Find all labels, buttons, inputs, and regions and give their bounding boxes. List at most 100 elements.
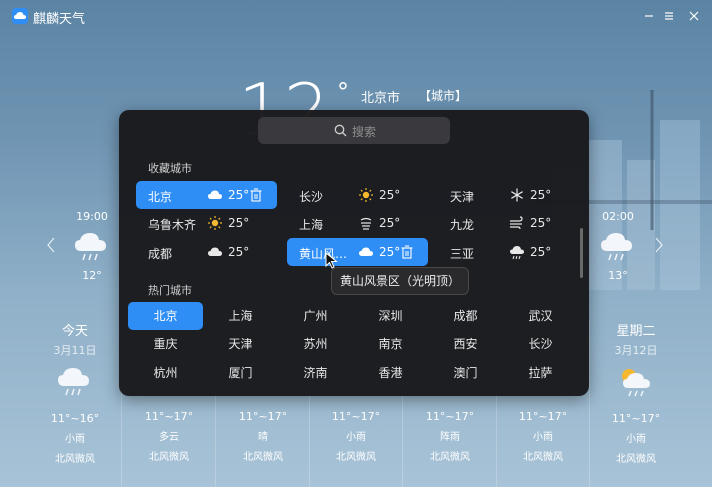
city-picker-panel: 搜索 收藏城市 北京 25° 长沙 25° 天津 25° 乌鲁木齐 25° 上海 [119, 110, 589, 396]
delete-icon[interactable] [249, 187, 263, 203]
city-temp: 25° [379, 245, 401, 259]
hourly-item-right: 02:00 13° [598, 210, 638, 282]
city-name: 九龙 [450, 218, 475, 232]
favorite-city-item[interactable]: 三亚 25° [438, 238, 579, 266]
hot-city-item[interactable]: 天津 [203, 330, 278, 358]
title-bar: 麒麟天气 [0, 0, 712, 32]
favorite-city-item[interactable]: 黄山风… 25° [287, 238, 428, 266]
rain-icon [28, 364, 122, 408]
hot-city-item[interactable]: 广州 [278, 302, 353, 330]
hot-city-item[interactable]: 拉萨 [503, 359, 578, 387]
day-condition: 小雨 [626, 434, 646, 445]
city-name: 北京 [148, 190, 173, 204]
snow-icon [511, 188, 523, 202]
hot-city-item[interactable]: 成都 [428, 302, 503, 330]
city-name: 乌鲁木齐 [148, 218, 197, 232]
city-temp: 25° [379, 188, 401, 202]
delete-icon[interactable] [400, 244, 414, 260]
next-hours-arrow[interactable] [654, 236, 664, 254]
day-wind: 北风微风 [430, 452, 470, 463]
day-temp-range: 11°~17° [331, 410, 381, 423]
hot-city-item[interactable]: 重庆 [128, 330, 203, 358]
rain-icon [510, 246, 524, 260]
favorite-city-item[interactable]: 长沙 25° [287, 181, 428, 209]
search-input[interactable]: 搜索 [258, 117, 450, 144]
city-temp: 25° [530, 216, 552, 230]
cloud-icon [208, 247, 222, 256]
city-temp: 25° [530, 245, 552, 259]
hot-cities-title: 热门城市 [148, 284, 192, 297]
day-wind: 北风微风 [336, 452, 376, 463]
hot-city-item[interactable]: 苏州 [278, 330, 353, 358]
city-name: 成都 [148, 247, 173, 261]
search-placeholder: 搜索 [352, 125, 377, 139]
city-temp: 25° [530, 188, 552, 202]
city-temp: 25° [228, 245, 250, 259]
day-wind: 北风微风 [243, 452, 283, 463]
day-condition: 小雨 [65, 434, 85, 445]
close-button[interactable] [684, 6, 704, 26]
app-title: 麒麟天气 [33, 12, 86, 27]
city-name: 三亚 [450, 247, 475, 261]
day-temp-range: 11°~17° [144, 410, 194, 423]
hourly-item-left: 19:00 12° [72, 210, 112, 282]
hot-city-item[interactable]: 长沙 [503, 330, 578, 358]
day-date: 3月12日 [614, 344, 658, 357]
haze-icon [360, 217, 372, 230]
day-condition: 多云 [159, 432, 179, 443]
search-icon [334, 124, 347, 137]
hot-city-item[interactable]: 济南 [278, 359, 353, 387]
day-wind: 北风微风 [55, 454, 95, 465]
sun-icon [208, 216, 222, 230]
hot-city-item[interactable]: 西安 [428, 330, 503, 358]
hot-city-item[interactable]: 南京 [353, 330, 428, 358]
daily-item: 今天 3月11日 11°~16° 小雨 北风微风 [28, 320, 122, 465]
city-name: 天津 [450, 190, 475, 204]
hot-city-item[interactable]: 澳门 [428, 359, 503, 387]
sun-rain-icon [589, 364, 683, 408]
hour-temp: 13° [608, 269, 628, 282]
hot-city-item[interactable]: 北京 [128, 302, 203, 330]
app-logo-icon [12, 8, 28, 24]
hot-city-item[interactable]: 杭州 [128, 359, 203, 387]
favorite-city-item[interactable]: 成都 25° [136, 238, 277, 266]
city-tooltip: 黄山风景区（光明顶） [331, 267, 470, 295]
city-temp: 25° [228, 188, 250, 202]
hot-city-item[interactable]: 上海 [203, 302, 278, 330]
hot-city-item[interactable]: 厦门 [203, 359, 278, 387]
day-wind: 北风微风 [616, 454, 656, 465]
day-name: 今天 [61, 324, 88, 339]
minimize-icon [645, 15, 653, 17]
favorite-city-item[interactable]: 北京 25° [136, 181, 277, 209]
weather-window: 麒麟天气 12 ° 北京市 【城市】 19:00 12° 02:00 [0, 0, 712, 487]
day-temp-range: 11°~17° [425, 410, 475, 423]
scrollbar[interactable] [580, 228, 583, 278]
hour-temp: 12° [82, 269, 102, 282]
day-wind: 北风微风 [149, 452, 189, 463]
hour-time: 02:00 [602, 210, 634, 223]
city-name: 黄山风… [299, 247, 348, 261]
chevron-left-icon [47, 237, 55, 253]
city-name: 长沙 [299, 190, 324, 204]
wind-icon [510, 216, 523, 230]
current-city-name: 北京市 [361, 91, 401, 106]
menu-button[interactable] [659, 6, 679, 26]
day-name: 星期二 [616, 324, 656, 339]
close-icon [689, 11, 699, 21]
hot-city-item[interactable]: 武汉 [503, 302, 578, 330]
rain-icon [601, 233, 632, 261]
favorite-city-item[interactable]: 九龙 25° [438, 209, 579, 237]
sun-icon [359, 188, 373, 202]
minimize-button[interactable] [639, 6, 659, 26]
day-wind: 北风微风 [523, 452, 563, 463]
favorite-city-item[interactable]: 上海 25° [287, 209, 428, 237]
favorite-city-item[interactable]: 乌鲁木齐 25° [136, 209, 277, 237]
favorite-city-item[interactable]: 天津 25° [438, 181, 579, 209]
day-condition: 小雨 [346, 432, 366, 443]
daily-item: 星期二 3月12日 11°~17° 小雨 北风微风 [589, 320, 683, 465]
chevron-right-icon [655, 237, 663, 253]
hour-time: 19:00 [76, 210, 108, 223]
prev-hours-arrow[interactable] [46, 236, 56, 254]
hot-city-item[interactable]: 深圳 [353, 302, 428, 330]
hot-city-item[interactable]: 香港 [353, 359, 428, 387]
